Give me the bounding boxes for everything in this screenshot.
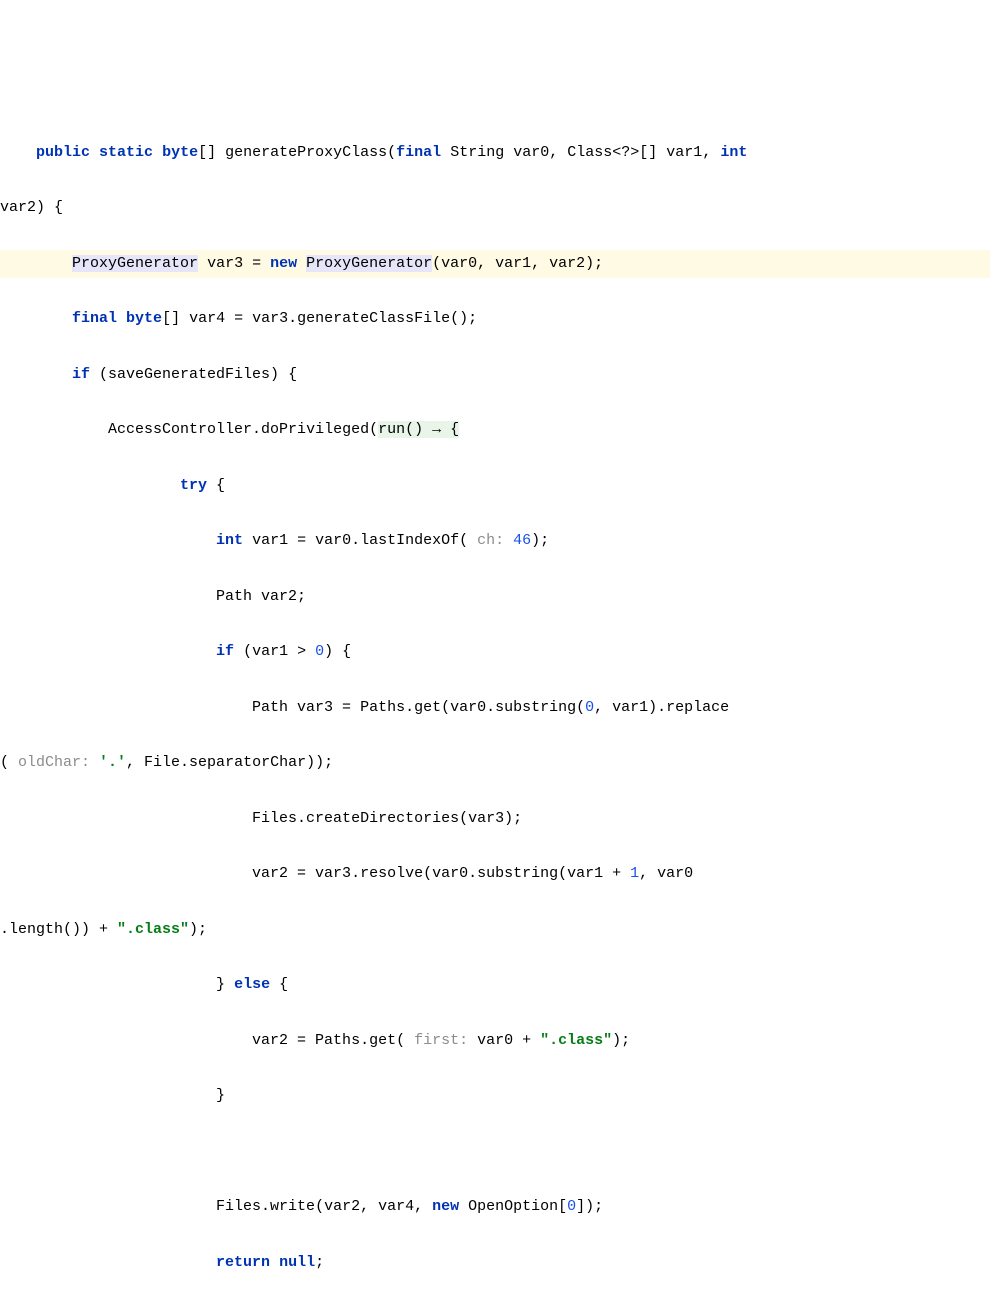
code-line-11: Path var3 = Paths.get(var0.substring(0, … — [0, 694, 990, 722]
keyword-static: static — [99, 144, 153, 161]
keyword-final: final — [396, 144, 441, 161]
keyword-else: else — [234, 976, 270, 993]
keyword-try: try — [180, 477, 207, 494]
text: ); — [612, 1032, 630, 1049]
text: OpenOption[ — [459, 1198, 567, 1215]
keyword-int: int — [720, 144, 747, 161]
rest: = var3.generateClassFile(); — [225, 310, 477, 327]
code-line-13: Files.createDirectories(var3); — [0, 805, 990, 833]
param-hint: first: — [405, 1032, 477, 1049]
text: ); — [189, 921, 207, 938]
param-hint: ch: — [468, 532, 513, 549]
code-line-17: var2 = Paths.get( first: var0 + ".class"… — [0, 1027, 990, 1055]
semicolon: ; — [315, 1254, 324, 1271]
text: var1 = var0.lastIndexOf( — [243, 532, 468, 549]
equals: = — [243, 255, 270, 272]
keyword-final: final — [72, 310, 117, 327]
param: var2 — [0, 199, 36, 216]
text: Path var3 = Paths.get(var0.substring( — [252, 699, 585, 716]
lambda-expression: run() → { — [378, 421, 459, 438]
code-line-2: var2) { — [0, 194, 990, 222]
string-literal: ".class" — [540, 1032, 612, 1049]
code-line-7: try { — [0, 472, 990, 500]
code-line-18: } — [0, 1082, 990, 1110]
keyword-if: if — [72, 366, 90, 383]
code-line-5: if (saveGeneratedFiles) { — [0, 361, 990, 389]
text: .length()) + — [0, 921, 117, 938]
text: , var0 — [639, 865, 693, 882]
keyword-new: new — [432, 1198, 459, 1215]
brace: } — [216, 976, 225, 993]
text: var2 = Paths.get( — [252, 1032, 405, 1049]
code-line-16: } else { — [0, 971, 990, 999]
text: , File.separatorChar)); — [126, 754, 333, 771]
string-literal: '.' — [99, 754, 126, 771]
code-line-blank — [0, 1138, 990, 1166]
keyword-new: new — [270, 255, 297, 272]
brackets: [] — [162, 310, 180, 327]
brace: } — [216, 1087, 225, 1104]
type-class: Class<?>[] — [567, 144, 657, 161]
code-line-8: int var1 = var0.lastIndexOf( ch: 46); — [0, 527, 990, 555]
number-literal: 0 — [585, 699, 594, 716]
text: var2 = var3.resolve(var0.substring(var1 … — [252, 865, 630, 882]
code-line-12: ( oldChar: '.', File.separatorChar)); — [0, 749, 990, 777]
text: var0 + — [477, 1032, 540, 1049]
args: (var0, var1, var2); — [432, 255, 603, 272]
type-string: String — [450, 144, 504, 161]
code-editor: public static byte[] generateProxyClass(… — [0, 111, 990, 1292]
keyword-byte: byte — [126, 310, 162, 327]
number-literal: 0 — [567, 1198, 576, 1215]
code-line-6: AccessController.doPrivileged(run() → { — [0, 416, 990, 444]
keyword-null: null — [279, 1254, 315, 1271]
string-literal: ".class" — [117, 921, 189, 938]
code-line-10: if (var1 > 0) { — [0, 638, 990, 666]
close: ); — [531, 532, 549, 549]
code-line-20: return null; — [0, 1249, 990, 1277]
code-line-15: .length()) + ".class"); — [0, 916, 990, 944]
method-name: generateProxyClass — [225, 144, 387, 161]
method-call: AccessController.doPrivileged( — [108, 421, 378, 438]
brace: ) { — [36, 199, 63, 216]
code-line-14: var2 = var3.resolve(var0.substring(var1 … — [0, 860, 990, 888]
text: Files.write(var2, var4, — [216, 1198, 432, 1215]
open: ( — [0, 754, 9, 771]
param: var1 — [666, 144, 702, 161]
param-hint: oldChar: — [9, 754, 99, 771]
code-line-19: Files.write(var2, var4, new OpenOption[0… — [0, 1193, 990, 1221]
number-literal: 46 — [513, 532, 531, 549]
type-proxygenerator: ProxyGenerator — [306, 255, 432, 272]
code-line-9: Path var2; — [0, 583, 990, 611]
keyword-byte: byte — [162, 144, 198, 161]
code-line-4: final byte[] var4 = var3.generateClassFi… — [0, 305, 990, 333]
var-name: var3 — [207, 255, 243, 272]
keyword-return: return — [216, 1254, 270, 1271]
text: ]); — [576, 1198, 603, 1215]
number-literal: 1 — [630, 865, 639, 882]
keyword-public: public — [36, 144, 90, 161]
param: var0 — [513, 144, 549, 161]
code-line-1: public static byte[] generateProxyClass(… — [0, 139, 990, 167]
condition: (saveGeneratedFiles) { — [90, 366, 297, 383]
brace: { — [270, 976, 288, 993]
var-name: var4 — [189, 310, 225, 327]
type-proxygenerator: ProxyGenerator — [72, 255, 198, 272]
text: Files.createDirectories(var3); — [252, 810, 522, 827]
keyword-int: int — [216, 532, 243, 549]
brace: { — [207, 477, 225, 494]
brackets: [] — [198, 144, 216, 161]
text: Path var2; — [216, 588, 306, 605]
code-line-3-highlighted: ProxyGenerator var3 = new ProxyGenerator… — [0, 250, 990, 278]
text: , var1).replace — [594, 699, 729, 716]
